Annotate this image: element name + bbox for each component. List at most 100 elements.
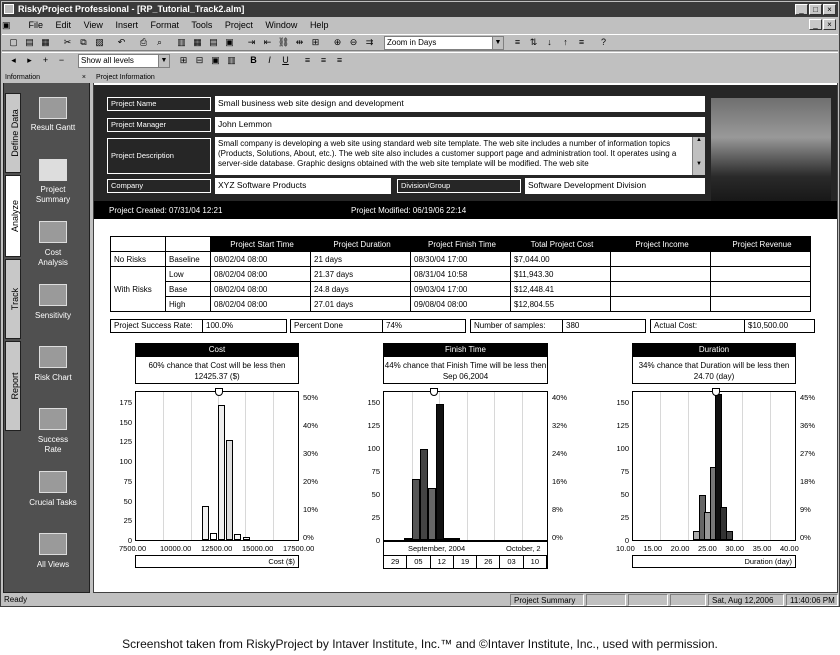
table-icon[interactable]: ▤ — [206, 35, 221, 49]
doc-close-button[interactable]: × — [823, 19, 836, 30]
print-icon[interactable]: ⎙ — [136, 35, 151, 49]
align-right-icon[interactable]: ≡ — [332, 53, 347, 67]
tab-report[interactable]: Report — [5, 341, 21, 431]
scroll-down-icon[interactable]: ▼ — [693, 161, 705, 167]
arrow-left-icon[interactable]: ◂ — [6, 53, 21, 67]
sort-icon[interactable]: ⇅ — [526, 35, 541, 49]
result-gantt-icon[interactable] — [39, 97, 67, 119]
levels-select[interactable]: Show all levels ▼ — [78, 54, 170, 68]
cell-duration: 27.01 days — [310, 296, 411, 312]
align-center-icon[interactable]: ≡ — [316, 53, 331, 67]
zoom-in-icon[interactable]: ⊕ — [330, 35, 345, 49]
help-icon[interactable]: ? — [596, 35, 611, 49]
tab-define-data[interactable]: Define Data — [5, 93, 21, 173]
sensitivity-icon[interactable] — [39, 284, 67, 306]
menu-insert[interactable]: Insert — [115, 20, 138, 30]
sidebar-item-crucial-tasks[interactable]: Crucial Tasks — [29, 498, 77, 508]
project-summary-icon[interactable] — [39, 159, 67, 181]
save-icon[interactable]: ▦ — [38, 35, 53, 49]
paste-icon[interactable]: ▨ — [92, 35, 107, 49]
close-button[interactable]: × — [823, 4, 836, 15]
italic-button[interactable]: I — [262, 53, 277, 67]
bold-button[interactable]: B — [246, 53, 261, 67]
app-icon[interactable] — [4, 4, 14, 14]
close-icon[interactable]: × — [82, 73, 86, 83]
minimize-button[interactable]: _ — [795, 4, 808, 15]
all-views-icon[interactable] — [39, 533, 67, 555]
minus-icon[interactable]: − — [54, 53, 69, 67]
sidebar-item-all-views[interactable]: All Views — [29, 560, 77, 570]
calendar-icon[interactable]: ▦ — [190, 35, 205, 49]
undo-icon[interactable]: ↶ — [114, 35, 129, 49]
menu-file[interactable]: File — [29, 20, 44, 30]
unlink-icon[interactable]: ⇹ — [292, 35, 307, 49]
print-preview-icon[interactable]: ⌕ — [152, 35, 167, 49]
sidebar-item-result-gantt[interactable]: Result Gantt — [29, 123, 77, 133]
formatting-toolbar: ◂ ▸ + − Show all levels ▼ ⊞ ⊟ ▣ ▥ B I U … — [2, 52, 838, 69]
sidebar-item-sensitivity[interactable]: Sensitivity — [29, 311, 77, 321]
division-field[interactable]: Software Development Division — [525, 178, 705, 194]
sidebar-item-risk-chart[interactable]: Risk Chart — [29, 373, 77, 383]
y-tick-label: 0 — [375, 536, 380, 545]
company-field[interactable]: XYZ Software Products — [215, 178, 391, 194]
plus-icon[interactable]: + — [38, 53, 53, 67]
filter-icon[interactable]: ≡ — [510, 35, 525, 49]
link-icon[interactable]: ⛓ — [276, 35, 291, 49]
low-case-icon[interactable]: ↓ — [542, 35, 557, 49]
project-manager-field[interactable]: John Lemmon — [215, 117, 705, 133]
menu-edit[interactable]: Edit — [56, 20, 72, 30]
underline-button[interactable]: U — [278, 53, 293, 67]
tab-track[interactable]: Track — [5, 259, 21, 339]
finish-histogram[interactable] — [383, 388, 548, 541]
indent-icon[interactable]: ⇥ — [244, 35, 259, 49]
zoom-select[interactable]: Zoom in Days ▼ — [384, 36, 504, 50]
success-rate-icon[interactable] — [39, 408, 67, 430]
project-description-field[interactable]: Small company is developing a web site u… — [215, 137, 705, 175]
chevron-down-icon[interactable]: ▼ — [158, 55, 169, 67]
new-icon[interactable]: ▢ — [6, 35, 21, 49]
maximize-button[interactable]: □ — [809, 4, 822, 15]
cost-histogram[interactable] — [135, 388, 299, 541]
menu-format[interactable]: Format — [150, 20, 179, 30]
menu-view[interactable]: View — [84, 20, 103, 30]
high-case-icon[interactable]: ↑ — [558, 35, 573, 49]
copy-icon[interactable]: ⧉ — [76, 35, 91, 49]
duration-histogram[interactable] — [632, 388, 796, 541]
risk-chart-icon[interactable] — [39, 346, 67, 368]
chevron-down-icon[interactable]: ▼ — [492, 37, 503, 49]
column-icon[interactable]: ▥ — [224, 53, 239, 67]
sidebar-item-project-summary[interactable]: Project Summary — [29, 185, 77, 205]
goto-task-icon[interactable]: ⇉ — [362, 35, 377, 49]
open-icon[interactable]: ▤ — [22, 35, 37, 49]
menu-project[interactable]: Project — [225, 20, 253, 30]
outdent-icon[interactable]: ⇤ — [260, 35, 275, 49]
sidebar-item-success-rate[interactable]: Success Rate — [29, 435, 77, 455]
align-left-icon[interactable]: ≡ — [300, 53, 315, 67]
cell-start: 08/02/04 08:00 — [210, 296, 311, 312]
sidebar-item-cost-analysis[interactable]: Cost Analysis — [29, 248, 77, 268]
resource-icon[interactable]: ▣ — [222, 35, 237, 49]
menu-help[interactable]: Help — [310, 20, 329, 30]
doc-icon[interactable]: ▣ — [2, 18, 16, 32]
arrow-right-icon[interactable]: ▸ — [22, 53, 37, 67]
description-scrollbar[interactable]: ▲ ▼ — [692, 137, 705, 175]
with-risks-label: With Risks — [110, 266, 166, 312]
align-task-icon[interactable]: ⊞ — [176, 53, 191, 67]
cut-icon[interactable]: ✂ — [60, 35, 75, 49]
collapse-icon[interactable]: ▣ — [208, 53, 223, 67]
split-icon[interactable]: ⊞ — [308, 35, 323, 49]
tab-analyze[interactable]: Analyze — [5, 175, 21, 257]
zoom-out-icon[interactable]: ⊖ — [346, 35, 361, 49]
project-name-field[interactable]: Small business web site design and devel… — [215, 96, 705, 112]
crucial-tasks-icon[interactable] — [39, 471, 67, 493]
cost-analysis-icon[interactable] — [39, 221, 67, 243]
doc-minimize-button[interactable]: _ — [809, 19, 822, 30]
y2-tick-label: 30% — [303, 449, 319, 458]
gantt-view-icon[interactable]: ▥ — [174, 35, 189, 49]
base-case-icon[interactable]: ≡ — [574, 35, 589, 49]
scroll-up-icon[interactable]: ▲ — [693, 137, 705, 143]
menu-tools[interactable]: Tools — [191, 20, 212, 30]
menu-window[interactable]: Window — [265, 20, 297, 30]
expand-icon[interactable]: ⊟ — [192, 53, 207, 67]
cell-cost: $12,448.41 — [510, 281, 611, 297]
